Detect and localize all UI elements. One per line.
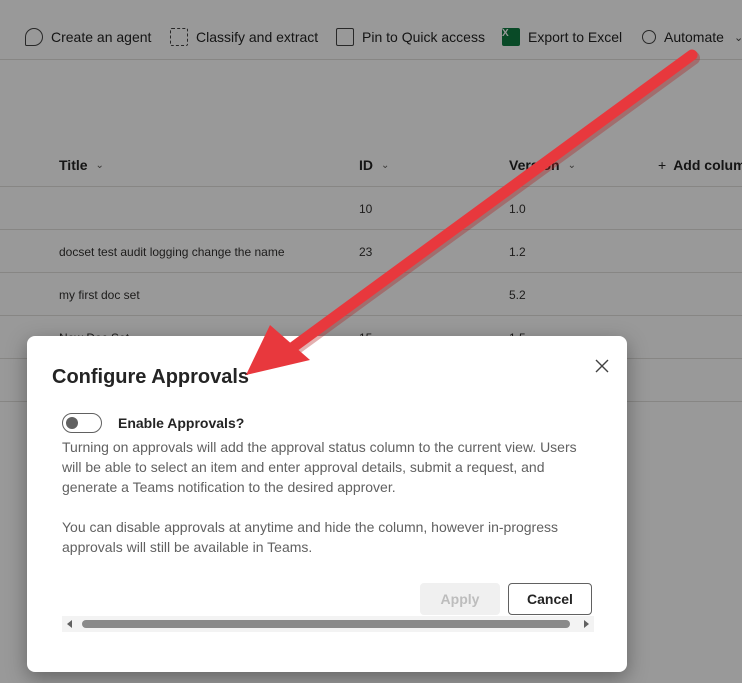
scrollbar-thumb[interactable] [82,620,570,628]
cancel-button[interactable]: Cancel [508,583,592,615]
enable-approvals-label: Enable Approvals? [118,415,245,431]
horizontal-scrollbar[interactable] [62,616,594,632]
enable-approvals-toggle[interactable] [62,413,102,433]
dialog-title: Configure Approvals [52,366,250,388]
approvals-description: Turning on approvals will add the approv… [62,439,577,495]
configure-approvals-dialog: Configure Approvals Enable Approvals? Tu… [27,336,627,672]
scroll-right-icon[interactable] [584,620,589,628]
close-button[interactable] [590,354,614,378]
scroll-left-icon[interactable] [67,620,72,628]
toggle-knob [66,417,78,429]
disable-approvals-note: You can disable approvals at anytime and… [62,519,559,555]
apply-button[interactable]: Apply [420,583,500,615]
close-icon [595,359,609,373]
